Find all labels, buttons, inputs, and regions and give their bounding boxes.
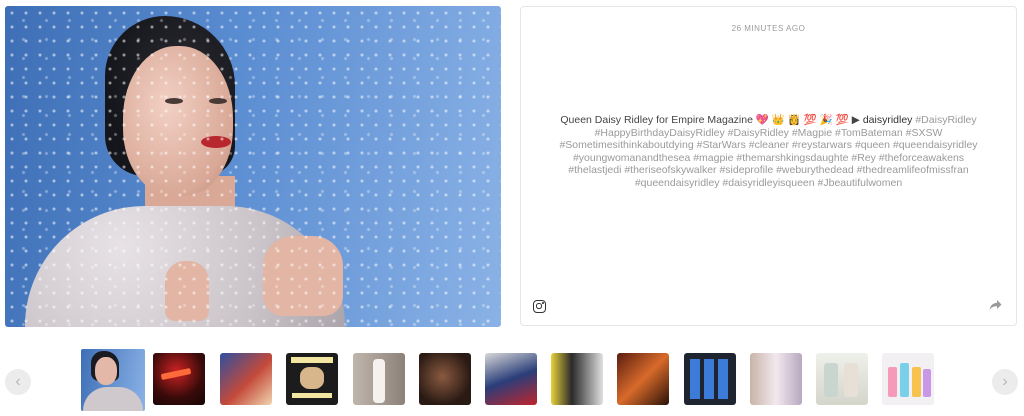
- chevron-right-icon[interactable]: ›: [992, 369, 1018, 395]
- photo-water-drops: [5, 6, 501, 327]
- thumbnail[interactable]: [617, 353, 669, 405]
- caption-lead: Queen Daisy Ridley for Empire Magazine 💖…: [560, 114, 860, 126]
- thumbnail[interactable]: [485, 353, 537, 405]
- thumbnail[interactable]: [750, 353, 802, 405]
- thumbnail[interactable]: [153, 353, 205, 405]
- thumbnail[interactable]: [286, 353, 338, 405]
- main-photo[interactable]: [5, 6, 501, 327]
- prev-glyph: ‹: [15, 373, 21, 390]
- next-glyph: ›: [1002, 373, 1008, 390]
- share-arrow-icon[interactable]: [989, 299, 1002, 311]
- post-card: 26 MINUTES AGO Queen Daisy Ridley for Em…: [520, 6, 1017, 326]
- thumbnail-active[interactable]: [81, 349, 145, 411]
- instagram-icon[interactable]: [533, 300, 546, 313]
- post-timestamp: 26 MINUTES AGO: [731, 24, 806, 33]
- post-caption: Queen Daisy Ridley for Empire Magazine 💖…: [551, 114, 986, 189]
- thumbnail[interactable]: [220, 353, 272, 405]
- author-handle[interactable]: daisyridley: [863, 114, 913, 126]
- thumbnail[interactable]: [684, 353, 736, 405]
- thumbnail[interactable]: [353, 353, 405, 405]
- thumbnail[interactable]: [551, 353, 603, 405]
- thumbnail[interactable]: [882, 353, 934, 405]
- thumbnail[interactable]: [816, 353, 868, 405]
- thumbnail-strip: [81, 349, 941, 411]
- chevron-left-icon[interactable]: ‹: [5, 369, 31, 395]
- thumbnail[interactable]: [419, 353, 471, 405]
